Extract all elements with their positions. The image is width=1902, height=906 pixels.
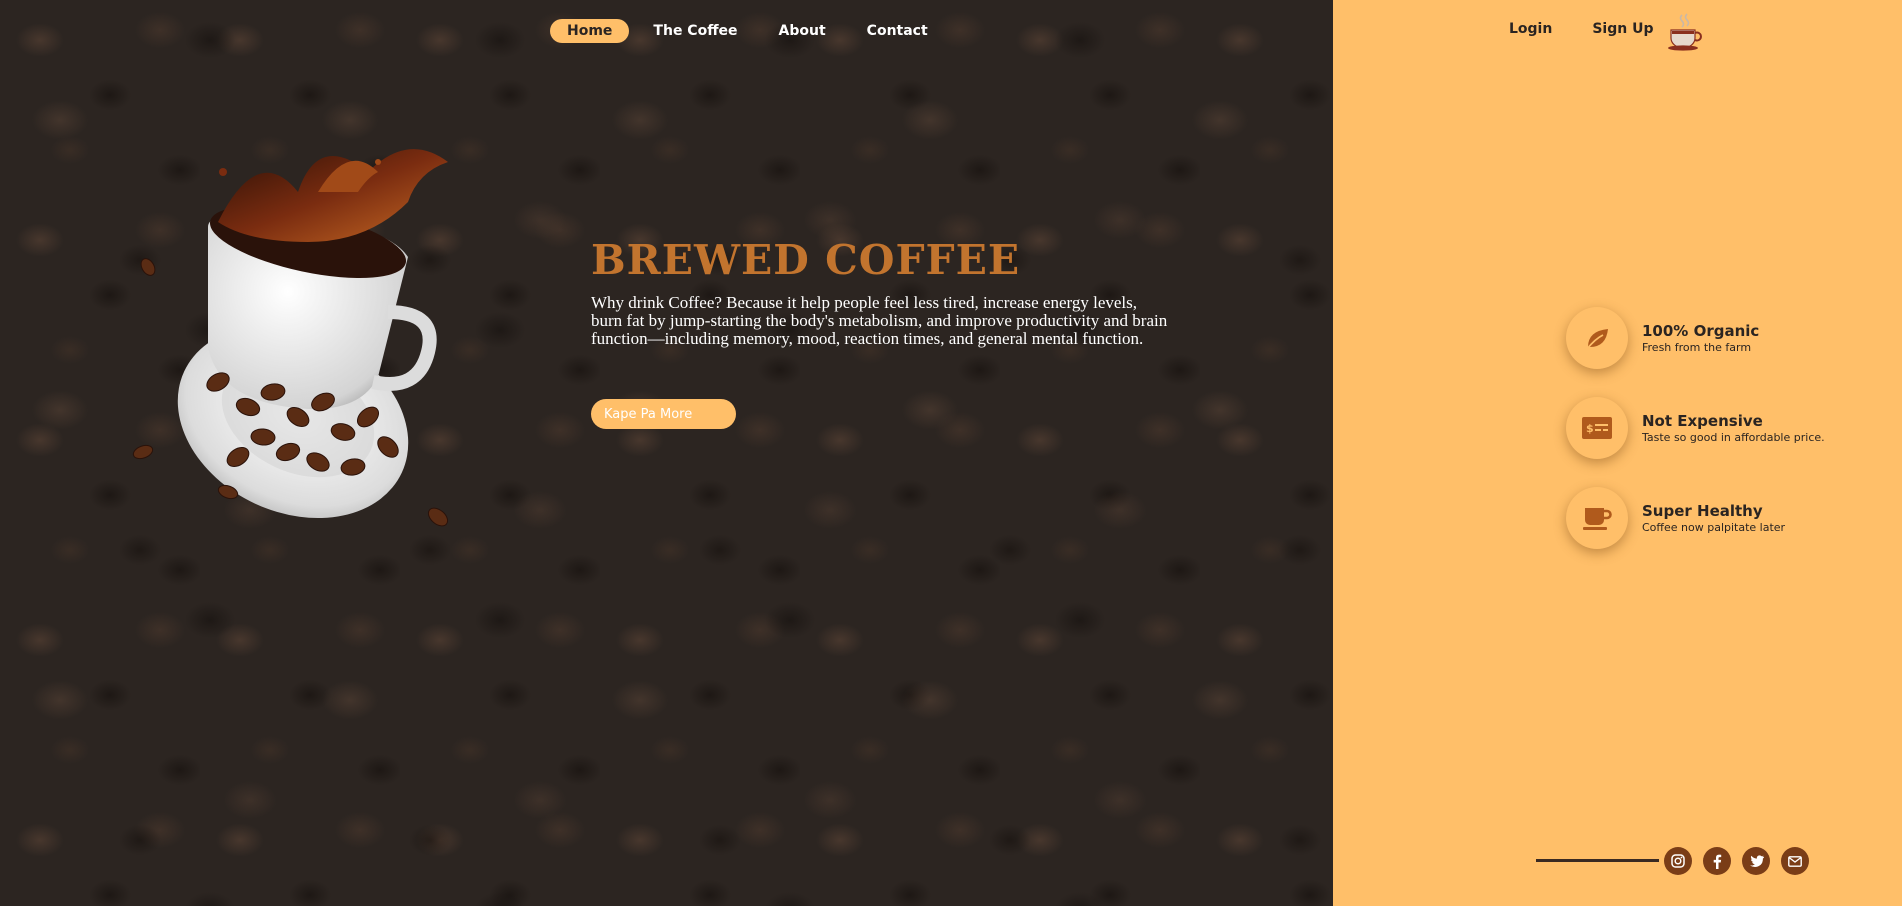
social-links [1664, 847, 1820, 875]
coffee-cup-logo-icon[interactable] [1666, 12, 1704, 52]
feature-subtitle: Fresh from the farm [1642, 341, 1752, 354]
mug-icon [1566, 487, 1628, 549]
nav-home[interactable]: Home [550, 19, 630, 43]
mail-icon[interactable] [1781, 847, 1809, 875]
feature-title: 100% Organic [1642, 322, 1760, 340]
money-card-icon: $ [1566, 397, 1628, 459]
feature-super-healthy: Super Healthy Coffee now palpitate later [1566, 487, 1785, 549]
leaf-icon [1566, 307, 1628, 369]
feature-organic: 100% Organic Fresh from the farm [1566, 307, 1759, 369]
facebook-icon[interactable] [1703, 847, 1731, 875]
social-divider [1536, 859, 1659, 862]
nav-about[interactable]: About [762, 19, 843, 43]
main-nav: Home The Coffee About Contact [550, 19, 952, 43]
svg-text:$: $ [1586, 422, 1594, 435]
login-link[interactable]: Login [1509, 21, 1552, 37]
hero-title: BREWED COFFEE [591, 236, 1021, 284]
feature-title: Not Expensive [1642, 412, 1763, 430]
twitter-icon[interactable] [1742, 847, 1770, 875]
nav-contact[interactable]: Contact [850, 19, 945, 43]
feature-title: Super Healthy [1642, 502, 1763, 520]
nav-the-coffee[interactable]: The Coffee [636, 19, 754, 43]
feature-subtitle: Taste so good in affordable price. [1642, 431, 1825, 444]
coffee-cup-splash-illustration [132, 149, 449, 527]
instagram-icon[interactable] [1664, 847, 1692, 875]
feature-subtitle: Coffee now palpitate later [1642, 521, 1786, 534]
kape-pa-more-button[interactable]: Kape Pa More [591, 399, 736, 429]
signup-link[interactable]: Sign Up [1592, 21, 1653, 37]
feature-not-expensive: $ Not Expensive Taste so good in afforda… [1566, 397, 1825, 459]
hero-description: Why drink Coffee? Because it help people… [591, 293, 1168, 348]
